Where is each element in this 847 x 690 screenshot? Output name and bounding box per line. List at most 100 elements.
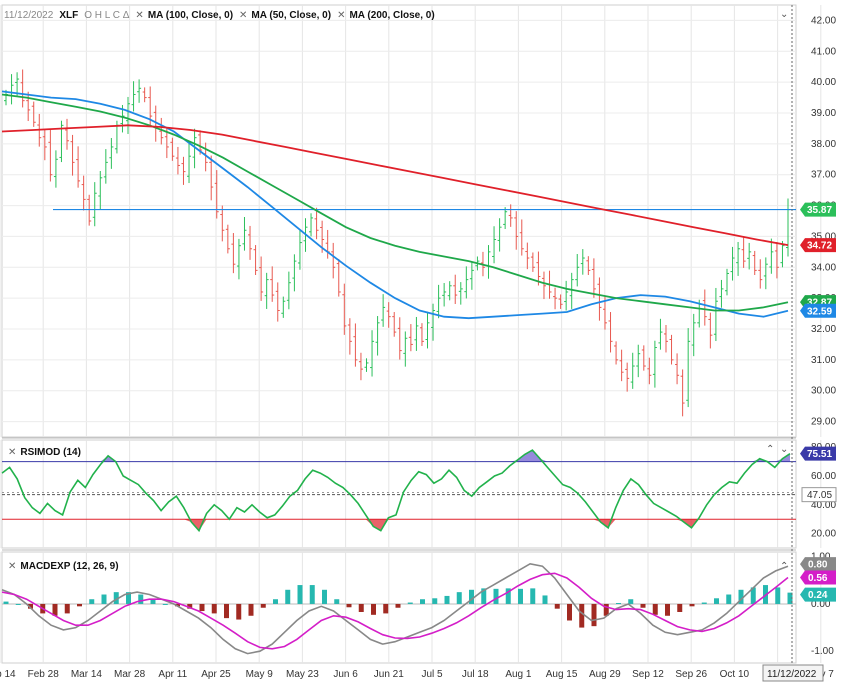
macd-histogram-bar <box>15 603 21 605</box>
remove-study-3-icon[interactable]: ✕ <box>337 10 345 21</box>
x-tick-label: Jul 18 <box>462 669 489 680</box>
macd-histogram-bar <box>101 594 107 604</box>
macd-badge: 0.56 <box>808 573 828 584</box>
rsi-panel-header: ✕ RSIMOD (14) <box>8 444 87 460</box>
macd-histogram-bar <box>726 594 732 604</box>
macd-histogram-bar <box>89 599 95 604</box>
rsi-panel-frame <box>1 439 797 549</box>
price-y-tick-label: 41.00 <box>811 46 836 57</box>
macd-histogram-bar <box>640 603 646 608</box>
rsi-y-tick-label: 20.00 <box>811 529 836 540</box>
ma100-badge: 32.59 <box>807 306 832 317</box>
remove-study-2-icon[interactable]: ✕ <box>239 10 247 21</box>
ma200-badge: 34.72 <box>807 241 832 252</box>
macd-histogram-bar <box>211 603 217 614</box>
chart-canvas: Feb 14 Feb 28 Mar 14 Mar 28 Apr 11 Apr 25 May … <box>0 4 837 682</box>
macd-histogram-bar <box>334 599 340 604</box>
header-symbol[interactable]: XLF <box>59 10 78 21</box>
remove-rsi-icon[interactable]: ✕ <box>8 447 16 458</box>
price-y-tick-label: 30.00 <box>811 386 836 397</box>
macd-histogram-bar <box>554 603 560 609</box>
x-tick-label: Sep 12 <box>632 669 664 680</box>
x-tick-label: May 23 <box>286 669 319 680</box>
macd-histogram-bar <box>714 598 719 604</box>
rsi-y-tick-label: 60.00 <box>811 471 836 482</box>
macd-histogram-bar <box>273 599 278 604</box>
macd-histogram-bar <box>616 603 621 605</box>
macd-histogram-bar <box>248 603 254 616</box>
macd-panel-header: ✕ MACDEXP (12, 26, 9) <box>8 558 125 574</box>
macd-histogram-bar <box>665 603 670 616</box>
x-tick-label: Jun 21 <box>374 669 404 680</box>
macd-histogram-bar <box>285 589 291 604</box>
macd-histogram-bar <box>407 602 413 604</box>
x-tick-label: Oct 10 <box>720 669 750 680</box>
macd-histogram-bar <box>652 603 658 615</box>
rsi-collapse-down-icon[interactable]: ⌄ <box>780 444 788 455</box>
macd-histogram-bar <box>689 603 695 607</box>
macd-histogram-bar <box>701 602 707 604</box>
macd-histogram-bar <box>138 594 144 604</box>
macd-histogram-bar <box>469 589 474 604</box>
study-ma50-label[interactable]: MA (50, Close, 0) <box>251 10 331 21</box>
remove-study-1-icon[interactable]: ✕ <box>135 10 143 21</box>
macd-histogram-bar <box>236 603 242 620</box>
macd-histogram-bar <box>775 587 781 604</box>
macd-badge: 0.24 <box>808 590 828 601</box>
x-tick-label: Jul 5 <box>421 669 443 680</box>
ma50-line <box>1 93 789 312</box>
macd-y-tick-label: -1.00 <box>811 646 834 657</box>
x-tick-label: Feb 14 <box>0 669 16 680</box>
macd-histogram-bar <box>579 603 585 628</box>
macd-histogram-bar <box>432 598 438 604</box>
chevron-down-icon[interactable]: ⌄ <box>780 9 788 20</box>
macd-histogram-bar <box>358 603 364 612</box>
rsi-overbought-fill <box>2 450 790 462</box>
macd-histogram-bar <box>395 603 401 608</box>
price-y-tick-label: 42.00 <box>811 15 836 26</box>
x-tick-label: Aug 15 <box>546 669 578 680</box>
remove-macd-icon[interactable]: ✕ <box>8 561 16 572</box>
macd-histogram-bar <box>346 603 352 608</box>
price-y-tick-label: 29.00 <box>811 417 836 428</box>
rsi-oversold-fill <box>2 519 790 531</box>
macd-histogram-bar <box>371 603 376 615</box>
signal-line <box>1 572 789 650</box>
macd-histogram-bar <box>224 603 229 619</box>
macd-histogram-bar <box>297 585 303 604</box>
study-ma200-label[interactable]: MA (200, Close, 0) <box>349 10 434 21</box>
macd-histogram-bar <box>518 588 523 604</box>
header-date: 11/12/2022 <box>4 9 54 21</box>
rsi-line <box>1 449 791 533</box>
macd-histogram-bar <box>444 595 450 604</box>
macd-histogram-bar <box>628 599 634 604</box>
rsi-collapse-up-icon[interactable]: ⌃ <box>766 444 774 455</box>
macd-histogram-bar <box>64 603 70 614</box>
x-tick-label: Apr 11 <box>158 669 187 680</box>
x-tick-label: Sep 26 <box>675 669 707 680</box>
macd-histogram-bar <box>542 595 548 604</box>
macd-histogram-bar <box>567 603 572 621</box>
price-y-tick-label: 32.00 <box>811 324 836 335</box>
macd-histogram-bar <box>260 603 266 608</box>
macd-badge: 0.80 <box>808 560 828 571</box>
macd-histogram-bar <box>493 588 499 604</box>
macd-histogram-bar <box>456 592 462 604</box>
rsi-level-badge: 47.05 <box>807 490 832 501</box>
last-price-badge: 35.87 <box>807 205 832 216</box>
macd-title[interactable]: MACDEXP (12, 26, 9) <box>20 561 118 572</box>
macd-histogram-bar <box>309 585 315 604</box>
rsi-title[interactable]: RSIMOD (14) <box>20 447 81 458</box>
study-ma100-label[interactable]: MA (100, Close, 0) <box>148 10 233 21</box>
x-tick-label: Feb 28 <box>28 669 60 680</box>
x-tick-label: Aug 1 <box>505 669 532 680</box>
x-tick-label: May 9 <box>246 669 274 680</box>
date-badge: 11/12/2022 <box>767 669 817 680</box>
price-y-tick-label: 38.00 <box>811 139 836 150</box>
macd-histogram-bar <box>322 589 327 604</box>
x-tick-label: Apr 25 <box>201 669 231 680</box>
macd-collapse-up-icon[interactable]: ⌃ <box>780 561 788 572</box>
price-y-tick-label: 34.00 <box>811 262 836 273</box>
macd-histogram-bar <box>530 588 536 604</box>
price-panel-header: 11/12/2022 XLF O H L C Δ ✕ MA (100, Clos… <box>4 7 441 23</box>
